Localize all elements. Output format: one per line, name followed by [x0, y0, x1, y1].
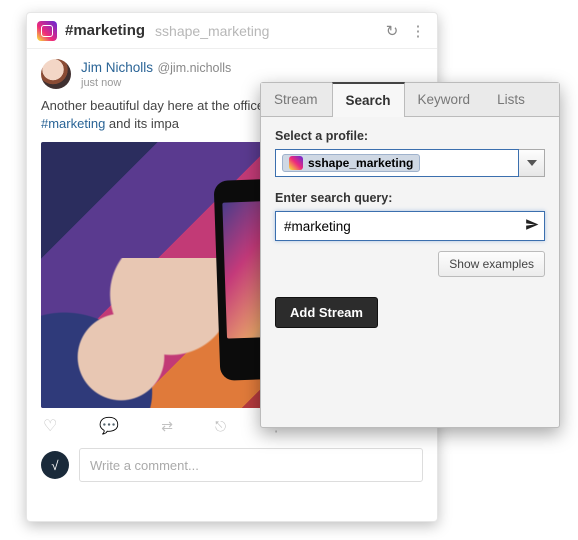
profile-value: sshape_marketing: [308, 156, 413, 170]
tabs: Stream Search Keyword Lists: [261, 83, 559, 117]
post-hashtag[interactable]: #marketing: [41, 116, 105, 131]
share-icon[interactable]: ⎋: [215, 418, 226, 435]
feed-subtitle: sshape_marketing: [155, 23, 269, 39]
repost-icon[interactable]: ⇄: [161, 418, 173, 435]
chevron-down-icon[interactable]: [519, 149, 545, 177]
feed-title: #marketing: [65, 22, 145, 39]
instagram-icon: [289, 156, 303, 170]
post-text-part: and its impa: [105, 116, 179, 131]
search-query-input[interactable]: [275, 211, 545, 241]
add-stream-button[interactable]: Add Stream: [275, 297, 378, 328]
tab-lists[interactable]: Lists: [484, 83, 539, 116]
submit-icon[interactable]: [525, 218, 539, 235]
tab-stream[interactable]: Stream: [261, 83, 332, 116]
more-icon[interactable]: ⋮: [409, 22, 427, 40]
profile-select[interactable]: sshape_marketing: [275, 149, 545, 177]
brand-avatar[interactable]: √: [41, 451, 69, 479]
author-name[interactable]: Jim Nicholls: [81, 60, 153, 75]
profile-pill[interactable]: sshape_marketing: [282, 154, 420, 172]
like-icon[interactable]: ♡: [43, 416, 57, 436]
feed-header: #marketing sshape_marketing ↻ ⋮: [27, 13, 437, 49]
author-handle: @jim.nicholls: [157, 61, 231, 75]
tab-keyword[interactable]: Keyword: [405, 83, 485, 116]
post-time: just now: [81, 77, 231, 89]
comment-icon[interactable]: 💬: [99, 416, 119, 436]
tab-search[interactable]: Search: [332, 82, 405, 117]
comment-input[interactable]: [79, 448, 423, 482]
show-examples-button[interactable]: Show examples: [438, 251, 545, 277]
query-label: Enter search query:: [275, 191, 545, 205]
comment-row: √: [27, 444, 437, 496]
refresh-icon[interactable]: ↻: [383, 22, 401, 40]
stream-config-panel: Stream Search Keyword Lists Select a pro…: [260, 82, 560, 428]
avatar[interactable]: [41, 59, 71, 89]
instagram-icon: [37, 21, 57, 41]
profile-label: Select a profile:: [275, 129, 545, 143]
